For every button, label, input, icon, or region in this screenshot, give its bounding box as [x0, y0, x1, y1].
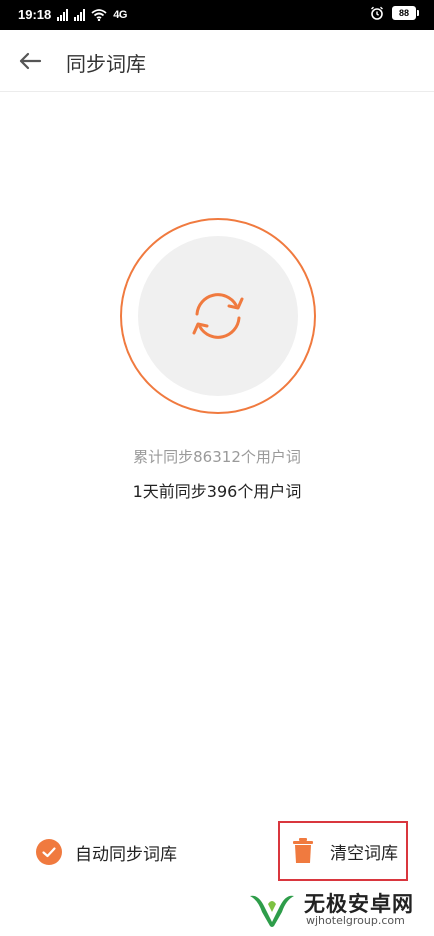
total-sync-count: 累计同步86312个用户词 — [133, 448, 301, 466]
signal-icon — [57, 8, 69, 21]
watermark-url: wjhotelgroup.com — [306, 914, 405, 927]
wifi-icon — [91, 8, 107, 21]
watermark-logo-icon — [250, 895, 294, 927]
network-badge: 4G — [113, 8, 127, 21]
status-right: 88 — [370, 6, 419, 20]
app-bar: 同步词库 — [0, 30, 434, 92]
signal-icon-2 — [74, 8, 86, 21]
arrow-left-icon — [19, 52, 42, 70]
auto-sync-label: 自动同步词库 — [75, 844, 177, 865]
sync-button[interactable] — [120, 218, 316, 414]
watermark: 无极安卓网 wjhotelgroup.com — [248, 886, 428, 932]
auto-sync-toggle[interactable]: 自动同步词库 — [36, 838, 177, 866]
clear-dictionary-button[interactable]: 清空词库 — [278, 821, 408, 881]
page-title: 同步词库 — [66, 52, 146, 76]
recent-sync-info: 1天前同步396个用户词 — [132, 482, 302, 501]
status-bar: 19:18 4G 88 — [0, 0, 434, 30]
sync-inner-circle — [138, 236, 298, 396]
trash-icon — [293, 838, 313, 863]
battery-icon: 88 — [392, 6, 419, 20]
sync-arrows-icon — [192, 293, 244, 339]
clear-dictionary-label: 清空词库 — [330, 843, 398, 864]
alarm-icon — [371, 6, 383, 20]
back-button[interactable] — [14, 45, 46, 77]
check-circle-icon — [36, 839, 62, 865]
status-left: 19:18 4G — [18, 7, 127, 22]
status-time: 19:18 — [18, 7, 52, 22]
